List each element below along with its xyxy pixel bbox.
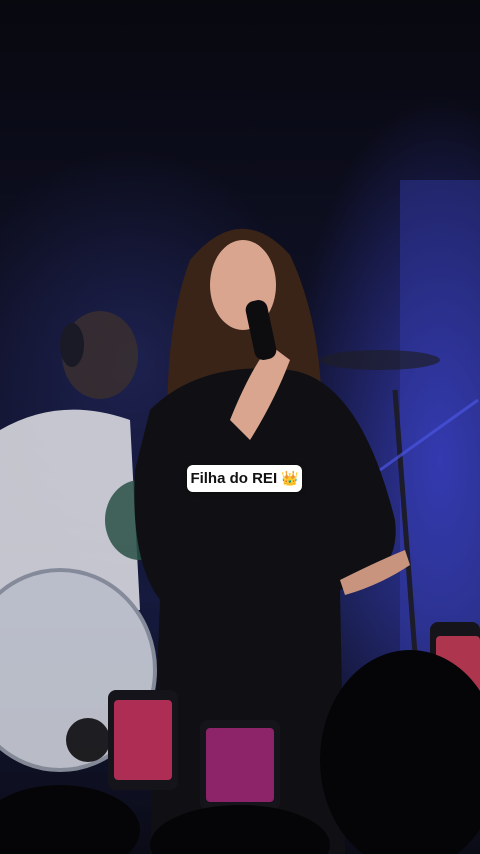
- concert-scene: [0, 180, 480, 854]
- crown-icon: 👑: [281, 470, 299, 486]
- caption-text: Filha do REI: [190, 470, 278, 487]
- video-frame: Filha do REI 👑: [0, 0, 480, 854]
- caption-label: Filha do REI 👑: [187, 465, 302, 492]
